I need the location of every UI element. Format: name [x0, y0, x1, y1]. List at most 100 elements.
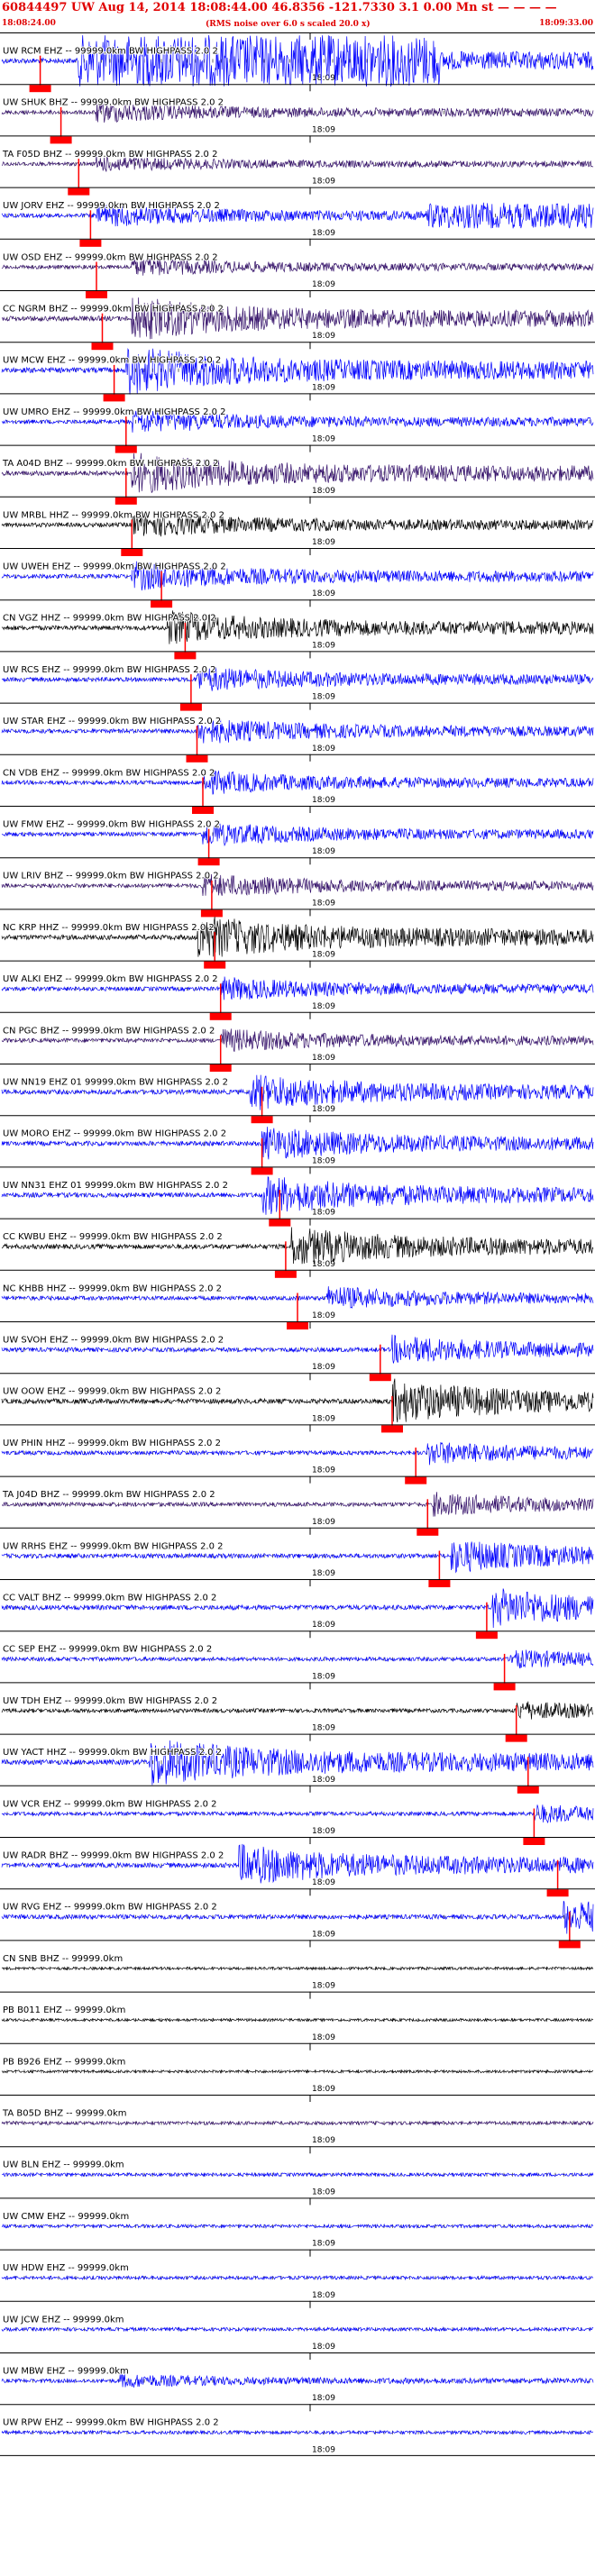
trace-39: 18:09 PB B011 EHZ -- 99999.0km — [0, 1991, 595, 2042]
station-label: CC NGRM BHZ -- 99999.0km BW HIGHPASS 2.0… — [3, 304, 224, 314]
pick-marker — [416, 1528, 439, 1536]
minute-tick-label: 18:09 — [312, 383, 335, 392]
seismogram-plot: 18:09 UW RCM EHZ -- 99999.0km BW HIGHPASS… — [0, 32, 595, 2456]
trace-13: 18:09 UW RCS EHZ -- 99999.0km BW HIGHPASS… — [0, 651, 595, 711]
trace-20: 18:09 CN PGC BHZ -- 99999.0km BW HIGHPASS… — [0, 1011, 595, 1072]
trace-40: 18:09 PB B926 EHZ -- 99999.0km — [0, 2042, 595, 2094]
station-label: TA B05D BHZ -- 99999.0km — [2, 2108, 127, 2118]
station-label: NC KRP HHZ -- 99999.0km BW HIGHPASS 2.0 … — [3, 923, 215, 933]
pick-marker — [197, 858, 220, 866]
pick-marker — [405, 1476, 427, 1484]
minute-tick-label: 18:09 — [312, 1054, 335, 1063]
trace-43: 18:09 UW CMW EHZ -- 99999.0km — [0, 2197, 595, 2249]
station-label: UW VCR EHZ -- 99999.0km BW HIGHPASS 2.0 … — [3, 1799, 217, 1809]
pick-marker — [86, 291, 107, 298]
waveform — [1, 2429, 594, 2435]
pick-marker — [79, 239, 102, 247]
minute-tick-label: 18:09 — [312, 1982, 335, 1991]
trace-29: 18:09 TA J04D BHZ -- 99999.0km BW HIGHPAS… — [0, 1475, 595, 1536]
station-label: UW RVG EHZ -- 99999.0km BW HIGHPASS 2.0 … — [3, 1903, 217, 1913]
minute-tick-label: 18:09 — [312, 1776, 335, 1785]
station-label: UW RADR BHZ -- 99999.0km BW HIGHPASS 2.0… — [3, 1850, 224, 1860]
pick-marker — [114, 445, 137, 453]
minute-tick-label: 18:09 — [312, 1105, 335, 1114]
minute-tick-label: 18:09 — [312, 1569, 335, 1578]
trace-19: 18:09 UW ALKI EHZ -- 99999.0km BW HIGHPAS… — [0, 960, 595, 1020]
pick-marker — [50, 136, 72, 144]
trace-1: 18:09UW RCM EHZ -- 99999.0km BW HIGHPASS… — [0, 32, 595, 93]
trace-33: 18:09 UW TDH EHZ -- 99999.0km BW HIGHPASS… — [0, 1682, 595, 1742]
minute-tick-label: 18:09 — [312, 2394, 335, 2403]
trace-31: 18:09 CC VALT BHZ -- 99999.0km BW HIGHPAS… — [0, 1579, 595, 1640]
pick-marker — [251, 1116, 273, 1124]
pick-marker — [192, 807, 214, 814]
trace-15: 18:09 CN VDB EHZ -- 99999.0km BW HIGHPASS… — [0, 754, 595, 814]
trace-42: 18:09 UW BLN EHZ -- 99999.0km — [0, 2146, 595, 2197]
station-label: UW MORO EHZ -- 99999.0km BW HIGHPASS 2.0… — [3, 1129, 226, 1139]
trace-26: 18:09 UW SVOH EHZ -- 99999.0km BW HIGHPAS… — [0, 1321, 595, 1382]
trace-14: 18:09 UW STAR EHZ -- 99999.0km BW HIGHPAS… — [0, 702, 595, 763]
pick-marker — [558, 1941, 581, 1949]
station-label: UW YACT HHZ -- 99999.0km BW HIGHPASS 2.0… — [3, 1748, 222, 1758]
trace-2: 18:09 UW SHUK BHZ -- 99999.0km BW HIGHPAS… — [0, 84, 595, 144]
station-label: UW STAR EHZ -- 99999.0km BW HIGHPASS 2.0… — [3, 717, 221, 726]
minute-tick-label: 18:09 — [312, 1518, 335, 1527]
minute-tick-label: 18:09 — [312, 2136, 335, 2145]
station-label: UW ALKI EHZ -- 99999.0km BW HIGHPASS 2.0… — [3, 974, 218, 984]
pick-marker — [269, 1219, 291, 1227]
minute-tick-label: 18:09 — [312, 796, 335, 805]
pick-marker — [91, 343, 114, 351]
pick-marker — [523, 1838, 545, 1845]
minute-tick-label: 18:09 — [312, 641, 335, 650]
station-label: CN PGC BHZ -- 99999.0km BW HIGHPASS 2.0 … — [3, 1026, 215, 1036]
pick-marker — [174, 652, 197, 660]
minute-tick-label: 18:09 — [312, 332, 335, 341]
station-label: UW FMW EHZ -- 99999.0km BW HIGHPASS 2.0 … — [3, 819, 220, 829]
station-label: UW MRBL HHZ -- 99999.0km BW HIGHPASS 2.0… — [3, 510, 224, 520]
trace-46: 18:09 UW MBW EHZ -- 99999.0km — [0, 2352, 595, 2403]
trace-45: 18:09 UW JCW EHZ -- 99999.0km — [0, 2300, 595, 2352]
trace-38: 18:09 CN SNB BHZ -- 99999.0km — [0, 1940, 595, 1991]
minute-tick-label: 18:09 — [312, 1156, 335, 1165]
waveform — [1, 2326, 594, 2333]
trace-44: 18:09 UW HDW EHZ -- 99999.0km — [0, 2249, 595, 2300]
station-label: PB B011 EHZ -- 99999.0km — [3, 2005, 125, 2015]
station-label: TA F05D BHZ -- 99999.0km BW HIGHPASS 2.0… — [2, 150, 217, 160]
pick-marker — [121, 549, 143, 556]
minute-tick-label: 18:09 — [312, 1002, 335, 1011]
station-label: UW NN19 EHZ 01 99999.0km BW HIGHPASS 2.0… — [3, 1077, 228, 1087]
minute-tick-label: 18:09 — [312, 1724, 335, 1733]
waveform — [1, 2274, 593, 2281]
trace-10: 18:09 UW MRBL HHZ -- 99999.0km BW HIGHPAS… — [0, 496, 595, 556]
trace-34: 18:09 UW YACT HHZ -- 99999.0km BW HIGHPAS… — [0, 1733, 595, 1794]
waveform — [2, 2171, 594, 2178]
minute-tick-label: 18:09 — [312, 125, 335, 134]
minute-tick-label: 18:09 — [312, 2188, 335, 2197]
pick-marker — [114, 497, 137, 505]
minute-tick-label: 18:09 — [312, 1363, 335, 1372]
station-label: UW BLN EHZ -- 99999.0km — [3, 2160, 124, 2170]
minute-tick-label: 18:09 — [312, 951, 335, 960]
pick-marker — [428, 1580, 451, 1587]
trace-37: 18:09 UW RVG EHZ -- 99999.0km BW HIGHPASS… — [0, 1888, 595, 1949]
pick-marker — [381, 1425, 403, 1433]
station-label: UW UWEH EHZ -- 99999.0km BW HIGHPASS 2.0… — [3, 562, 226, 571]
trace-16: 18:09 UW FMW EHZ -- 99999.0km BW HIGHPASS… — [0, 806, 595, 866]
minute-tick-label: 18:09 — [312, 2085, 335, 2094]
trace-35: 18:09 UW VCR EHZ -- 99999.0km BW HIGHPASS… — [0, 1785, 595, 1845]
minute-tick-label: 18:09 — [312, 2033, 335, 2042]
minute-tick-label: 18:09 — [312, 435, 335, 444]
minute-tick-label: 18:09 — [312, 1827, 335, 1836]
pick-marker — [517, 1786, 539, 1794]
pick-marker — [204, 961, 226, 969]
station-label: UW HDW EHZ -- 99999.0km — [3, 2263, 129, 2273]
pick-marker — [369, 1374, 391, 1382]
waveform — [1, 2223, 594, 2229]
pick-marker — [274, 1270, 297, 1278]
station-label: UW LRIV BHZ -- 99999.0km BW HIGHPASS 2.0… — [3, 872, 219, 882]
trace-6: 18:09 CC NGRM BHZ -- 99999.0km BW HIGHPAS… — [0, 290, 595, 351]
minute-tick-label: 18:09 — [312, 1311, 335, 1320]
station-label: CC SEP EHZ -- 99999.0km BW HIGHPASS 2.0 … — [3, 1645, 212, 1655]
trace-3: 18:09 TA F05D BHZ -- 99999.0km BW HIGHPAS… — [0, 135, 595, 196]
minute-tick-label: 18:09 — [312, 538, 335, 547]
